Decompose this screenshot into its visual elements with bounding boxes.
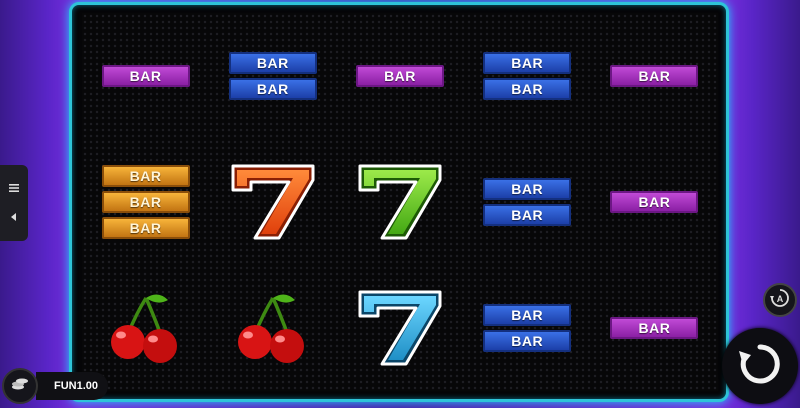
seven-symbol-icon xyxy=(354,162,446,242)
spin-arrow-icon xyxy=(735,339,785,394)
triangle-left-icon[interactable] xyxy=(10,210,18,224)
bar-block: BAR xyxy=(483,178,572,200)
bar-block: BAR xyxy=(228,78,317,100)
reel-1-row-3 xyxy=(82,265,209,391)
bar-symbol: BAR xyxy=(610,191,699,213)
bar-block: BAR xyxy=(483,204,572,226)
bar-symbol: BAR BAR xyxy=(483,304,572,352)
bar-symbol: BAR xyxy=(610,317,699,339)
bar-block: BAR xyxy=(610,65,699,87)
autoplay-button[interactable]: A xyxy=(763,283,797,317)
cherry-symbol-icon xyxy=(106,292,186,364)
bar-block: BAR xyxy=(483,78,572,100)
balance-display: FUN1.00 xyxy=(36,372,109,400)
seven-symbol-icon xyxy=(227,162,319,242)
spin-button[interactable] xyxy=(722,328,798,404)
bar-block: BAR xyxy=(483,330,572,352)
balance-label: FUN1.00 xyxy=(54,380,99,392)
bar-block: BAR xyxy=(101,217,190,239)
side-menu-tab[interactable] xyxy=(0,165,28,241)
bar-symbol: BAR BAR xyxy=(228,52,317,100)
bar-symbol: BAR BAR xyxy=(483,52,572,100)
bar-symbol: BAR xyxy=(101,65,190,87)
reel-3-row-3 xyxy=(336,265,463,391)
reel-4-row-3: BAR BAR xyxy=(464,265,591,391)
autoplay-icon: A xyxy=(769,287,791,314)
bar-block: BAR xyxy=(101,65,190,87)
reel-4-row-2: BAR BAR xyxy=(464,139,591,265)
bar-block: BAR xyxy=(610,317,699,339)
seven-symbol-icon xyxy=(354,288,446,368)
bet-button[interactable] xyxy=(2,368,38,404)
bar-block: BAR xyxy=(483,52,572,74)
reel-5-row-2: BAR xyxy=(591,139,718,265)
coin-stack-icon xyxy=(11,376,29,397)
svg-text:A: A xyxy=(777,294,784,304)
bar-symbol: BAR xyxy=(355,65,444,87)
reel-5-row-3: BAR xyxy=(591,265,718,391)
reel-1-row-2: BAR BAR BAR xyxy=(82,139,209,265)
reel-2-row-2 xyxy=(209,139,336,265)
bar-symbol: BAR BAR xyxy=(483,178,572,226)
reel-grid: BAR BAR BAR BAR BAR BAR BAR BAR BAR BAR BAR BAR BAR… xyxy=(82,13,718,391)
reel-1-row-1: BAR xyxy=(82,13,209,139)
reel-5-row-1: BAR xyxy=(591,13,718,139)
bar-block: BAR xyxy=(101,165,190,187)
hamburger-icon[interactable] xyxy=(9,182,19,196)
bar-block: BAR xyxy=(610,191,699,213)
bar-symbol: BAR xyxy=(610,65,699,87)
bar-block: BAR xyxy=(483,304,572,326)
bar-block: BAR xyxy=(355,65,444,87)
bar-symbol: BAR BAR BAR xyxy=(101,165,190,239)
reel-2-row-1: BAR BAR xyxy=(209,13,336,139)
reel-4-row-1: BAR BAR xyxy=(464,13,591,139)
reel-2-row-3 xyxy=(209,265,336,391)
bar-block: BAR xyxy=(228,52,317,74)
bar-block: BAR xyxy=(101,191,190,213)
reel-3-row-1: BAR xyxy=(336,13,463,139)
cherry-symbol-icon xyxy=(233,292,313,364)
reel-3-row-2 xyxy=(336,139,463,265)
reels-frame: BAR BAR BAR BAR BAR BAR BAR BAR BAR BAR BAR BAR BAR… xyxy=(69,2,729,402)
